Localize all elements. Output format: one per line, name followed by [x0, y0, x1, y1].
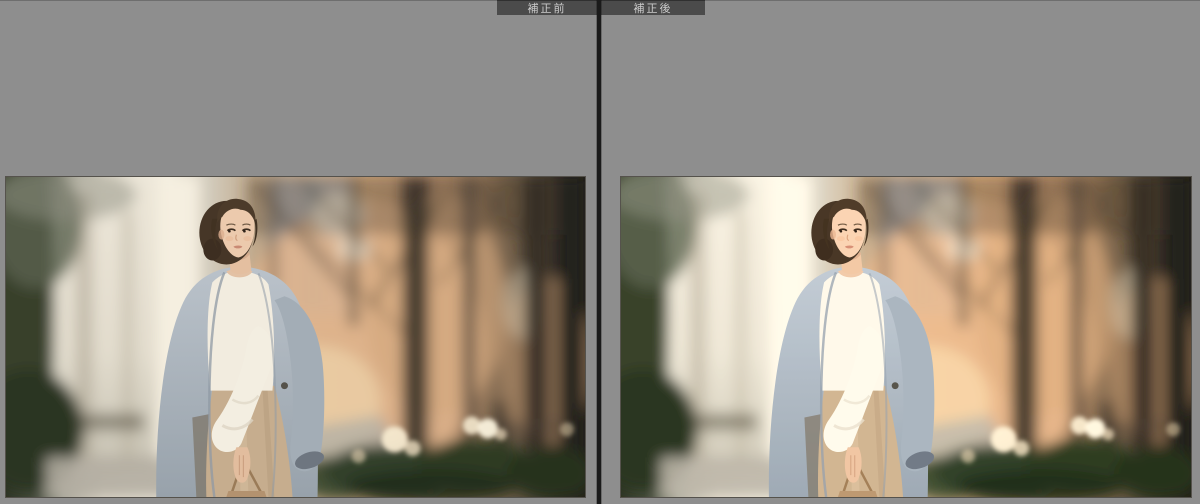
before-photo-image — [6, 177, 585, 497]
before-tab-label: 補正前 — [497, 0, 597, 15]
compare-view: 補正前 補正後 — [0, 0, 1200, 504]
after-photo[interactable] — [620, 176, 1192, 498]
pane-divider — [597, 0, 601, 504]
before-photo[interactable] — [5, 176, 586, 498]
after-photo-image — [621, 177, 1191, 497]
after-tab-label: 補正後 — [601, 0, 705, 15]
